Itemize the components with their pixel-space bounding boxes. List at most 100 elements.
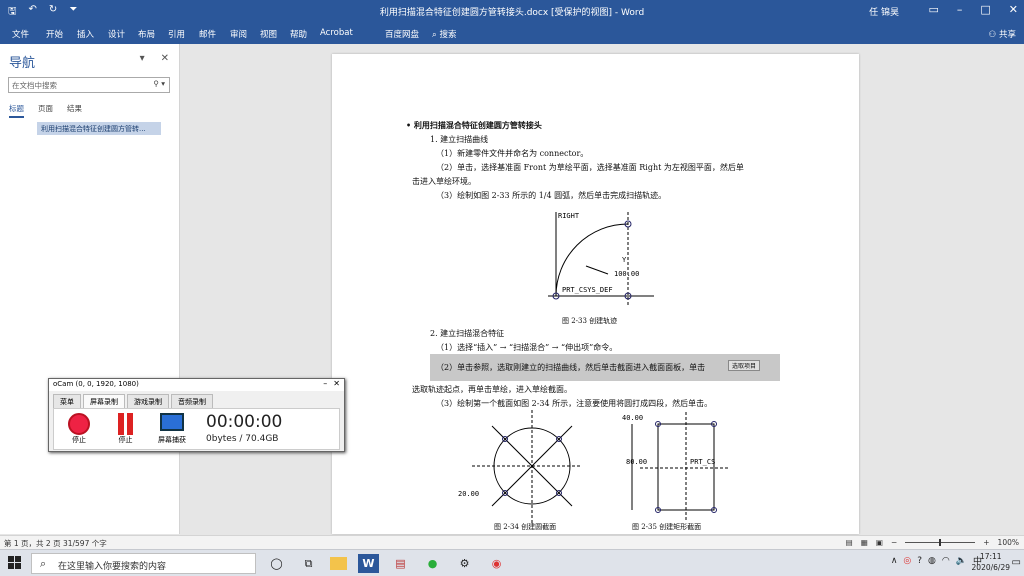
fig35-caption: 图 2-35 创建矩形截面 (632, 523, 702, 531)
system-tray: ∧ ◎ ? ◍ ◠ 🔈 中 (891, 554, 982, 568)
share-button[interactable]: ⚇ 共享 (989, 28, 1016, 40)
figure-2-35: 40.00 80.00 PRT_CS (622, 412, 728, 522)
ocam-pause-button[interactable]: 停止 (118, 413, 133, 445)
taskbar: ⌕ 在这里输入你要搜索的内容 ◯ ⧉ W ▤ ● ⚙ ◉ ∧ ◎ ? ◍ ◠ 🔈… (0, 549, 1024, 576)
windows-start-icon[interactable] (8, 556, 21, 569)
web-layout-icon[interactable]: ▣ (876, 538, 883, 547)
tab-references[interactable]: 引用 (168, 28, 185, 40)
page-word-count[interactable]: 第 1 页，共 2 页 31/597 个字 (4, 538, 107, 549)
tab-help[interactable]: 帮助 (290, 28, 307, 40)
ocam-capture-label: 屏幕捕获 (158, 436, 186, 444)
ocam-stop-button[interactable]: 停止 (68, 413, 90, 445)
fig35-side-label: 80.00 (626, 458, 647, 466)
pause-icon (118, 413, 133, 435)
window-controls: ▭ – □ ✕ (928, 3, 1018, 16)
cortana-icon[interactable]: ◯ (266, 554, 287, 573)
tab-headings[interactable]: 标题 (9, 103, 24, 118)
zoom-out-icon[interactable]: − (891, 538, 897, 547)
navigation-pane: 导航 ▾ ✕ 在文档中搜索 ⚲ ▾ 标题 页面 结果 利用扫描混合特征创建圆方管… (0, 44, 180, 534)
tab-home[interactable]: 开始 (46, 28, 63, 40)
tab-pages[interactable]: 页面 (38, 103, 53, 118)
ocam-tabs: 菜单 屏幕录制 游戏录制 音频录制 (53, 394, 340, 409)
network-icon[interactable]: ◍ (928, 556, 936, 566)
tab-acrobat[interactable]: Acrobat (320, 28, 353, 38)
minimize-icon[interactable]: – (323, 379, 327, 388)
wifi-icon[interactable]: ◠ (942, 556, 950, 566)
tab-layout[interactable]: 布局 (138, 28, 155, 40)
ribbon-options-icon[interactable]: ▭ (928, 3, 938, 16)
person-icon: ⚇ (988, 30, 999, 40)
notepad-icon[interactable]: ▤ (390, 554, 411, 573)
help-icon[interactable]: ? (917, 556, 922, 566)
view-controls: ▤ ▦ ▣ − + 100% (846, 538, 1019, 547)
zoom-slider[interactable] (905, 539, 976, 546)
clock[interactable]: 17:11 2020/6/29 (972, 551, 1010, 573)
print-layout-icon[interactable]: ▦ (861, 538, 868, 547)
tell-me-search[interactable]: ⌕ 搜索 (432, 28, 456, 40)
tab-view[interactable]: 视图 (260, 28, 277, 40)
doc-line: 击进入草绘环境。 (412, 177, 476, 186)
title-bar: 🖫 ↶ ↻ ⏷ 利用扫描混合特征创建圆方管转接头.docx [受保护的视图] -… (0, 0, 1024, 22)
search-icon: ⌕ (40, 557, 47, 570)
word-icon[interactable]: W (358, 554, 379, 573)
tab-file[interactable]: 文件 (12, 28, 29, 40)
nav-search-input[interactable]: 在文档中搜索 ⚲ ▾ (8, 77, 170, 93)
tab-insert[interactable]: 插入 (77, 28, 94, 40)
ocam-app-icon[interactable]: ◉ (486, 554, 507, 573)
close-icon[interactable]: ✕ (333, 379, 340, 388)
ocam-timer: 00:00:00 (206, 412, 283, 432)
nav-search-placeholder: 在文档中搜索 (12, 81, 57, 90)
stop-record-icon (68, 413, 90, 435)
maximize-icon[interactable]: □ (980, 3, 990, 16)
nav-controls: ▾ ✕ (140, 53, 169, 64)
tab-baidu-netdisk[interactable]: 百度网盘 (385, 28, 419, 40)
minimize-icon[interactable]: – (957, 3, 963, 16)
tab-results[interactable]: 结果 (67, 103, 82, 118)
close-icon[interactable]: ✕ (1009, 3, 1018, 16)
taskbar-search-input[interactable]: ⌕ 在这里输入你要搜索的内容 (31, 553, 256, 574)
document-page: • 利用扫描混合特征创建圆方管转接头 1. 建立扫描曲线 （1）新建零件文件并命… (332, 54, 859, 534)
tab-review[interactable]: 审阅 (230, 28, 247, 40)
ocam-bytes: 0bytes / 70.4GB (206, 434, 279, 444)
volume-icon[interactable]: 🔈 (956, 556, 967, 566)
wechat-icon[interactable]: ● (422, 554, 443, 573)
ocam-tab-audio-record[interactable]: 音频录制 (171, 394, 213, 409)
figure-2-33: RIGHT Y 100.00 PRT_CSYS_DEF (548, 212, 654, 306)
ocam-tab-game-record[interactable]: 游戏录制 (127, 394, 169, 409)
figure-2-34: 20.00 (458, 410, 580, 525)
taskbar-apps: ◯ ⧉ W ▤ ● ⚙ ◉ (266, 554, 507, 573)
fig34-value-label: 20.00 (458, 490, 479, 498)
fig35-csys-label: PRT_CS (690, 458, 715, 466)
ocam-capture-button[interactable]: 屏幕捕获 (158, 413, 186, 445)
chevron-down-icon[interactable]: ▾ (140, 53, 145, 64)
tab-mailings[interactable]: 邮件 (199, 28, 216, 40)
clock-date: 2020/6/29 (971, 563, 1010, 572)
select-item-button-image: 选取项目 (728, 360, 761, 371)
task-view-icon[interactable]: ⧉ (298, 554, 319, 573)
read-mode-icon[interactable]: ▤ (846, 538, 853, 547)
zoom-level[interactable]: 100% (998, 538, 1019, 547)
ocam-tab-screen-record[interactable]: 屏幕录制 (83, 394, 125, 409)
fig33-caption: 图 2-33 创建轨迹 (562, 317, 618, 325)
nav-heading-item[interactable]: 利用扫描混合特征创建圆方管转... (37, 122, 161, 135)
zoom-in-icon[interactable]: + (983, 538, 989, 547)
tab-design[interactable]: 设计 (108, 28, 125, 40)
ocam-title-bar[interactable]: oCam (0, 0, 1920, 1080) – ✕ (49, 379, 344, 391)
settings-icon[interactable]: ⚙ (454, 554, 475, 573)
status-bar: 第 1 页，共 2 页 31/597 个字 ▤ ▦ ▣ − + 100% (0, 535, 1024, 549)
ocam-tab-menu[interactable]: 菜单 (53, 394, 81, 409)
close-icon[interactable]: ✕ (161, 53, 169, 64)
record-icon[interactable]: ◎ (903, 556, 911, 566)
clock-time: 17:11 (979, 552, 1002, 561)
doc-heading: • 利用扫描混合特征创建圆方管转接头 (406, 120, 542, 130)
search-icon[interactable]: ⚲ ▾ (153, 79, 165, 88)
chevron-up-icon[interactable]: ∧ (891, 556, 898, 566)
fig33-right-label: RIGHT (558, 212, 580, 220)
ocam-stop-label: 停止 (72, 436, 86, 444)
notification-icon[interactable]: ▭ (1012, 557, 1021, 568)
nav-title: 导航 (9, 56, 36, 71)
ribbon-tabs: 文件 开始 插入 设计 布局 引用 邮件 审阅 视图 帮助 Acrobat 百度… (0, 22, 1024, 44)
doc-line: （3）绘制第一个截面如图 2-34 所示，注意要使用将圆打成四段，然后单击。 (436, 399, 713, 408)
user-name[interactable]: 任 锦昊 (869, 5, 899, 18)
file-explorer-icon[interactable] (330, 557, 347, 570)
